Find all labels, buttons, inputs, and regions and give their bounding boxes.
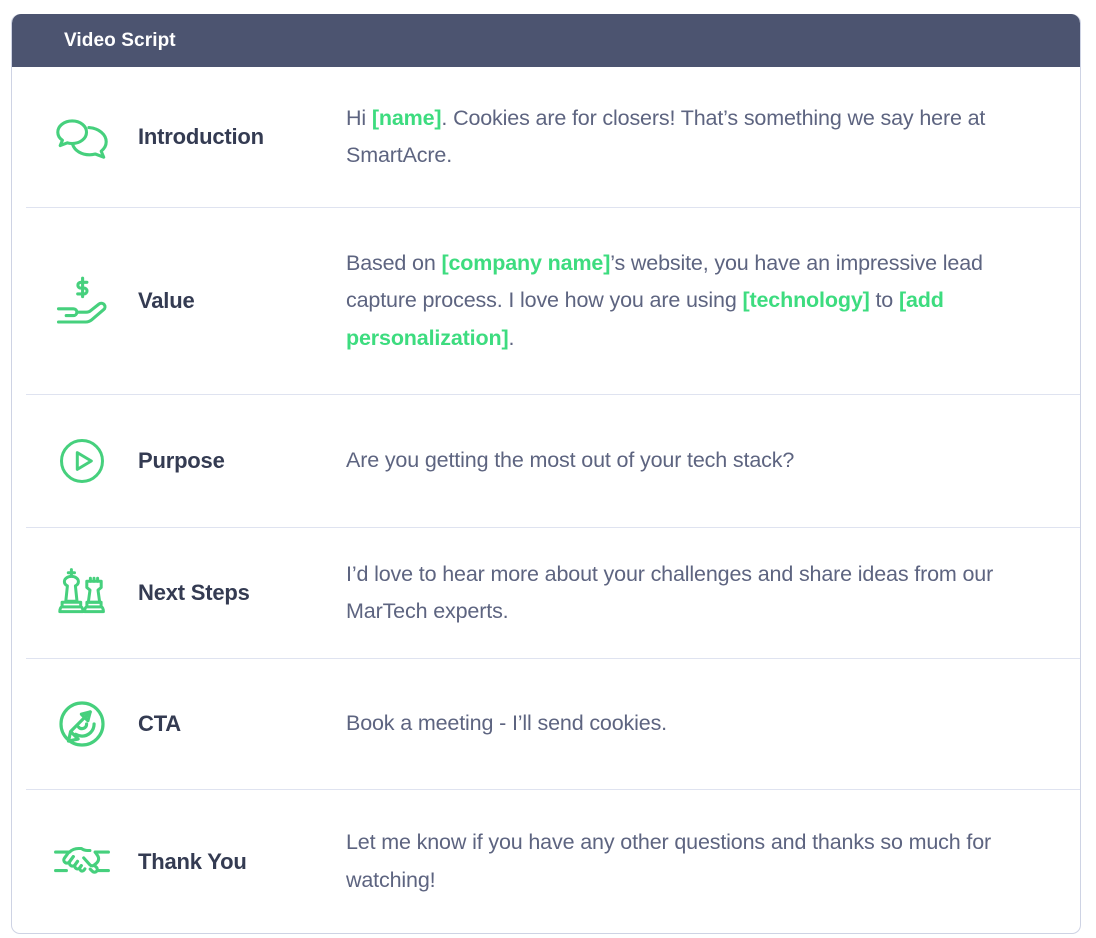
hand-holding-dollar-icon	[26, 275, 138, 327]
script-row-value[interactable]: Value Based on [company name]’s website,…	[26, 207, 1080, 394]
handshake-icon	[26, 843, 138, 881]
video-script-card: Video Script Introduction Hi [name]. Coo…	[11, 14, 1081, 934]
script-row-label: Next Steps	[138, 580, 250, 605]
script-row-label: Introduction	[138, 124, 264, 149]
script-section-list: Introduction Hi [name]. Cookies are for …	[12, 67, 1080, 933]
merge-token: [technology]	[742, 288, 870, 313]
script-row-thank-you[interactable]: Thank You Let me know if you have any ot…	[26, 789, 1080, 933]
script-row-text: Book a meeting - I’ll send cookies.	[346, 711, 667, 736]
script-row-text: Based on [company name]’s website, you h…	[346, 251, 983, 350]
script-row-introduction[interactable]: Introduction Hi [name]. Cookies are for …	[26, 67, 1080, 207]
script-row-text: Let me know if you have any other questi…	[346, 830, 992, 892]
script-row-next-steps[interactable]: Next Steps I’d love to hear more about y…	[26, 527, 1080, 658]
script-row-label: CTA	[138, 711, 181, 736]
merge-token: [name]	[371, 105, 442, 130]
script-row-purpose[interactable]: Purpose Are you getting the most out of …	[26, 394, 1080, 527]
play-circle-icon	[26, 437, 138, 485]
script-row-text: Are you getting the most out of your tec…	[346, 448, 795, 473]
script-row-label: Value	[138, 288, 195, 313]
page-title: Video Script	[64, 29, 176, 51]
script-row-text: Hi [name]. Cookies are for closers! That…	[346, 105, 986, 167]
script-row-label: Purpose	[138, 448, 225, 473]
script-row-label: Thank You	[138, 848, 247, 874]
merge-token: [company name]	[441, 251, 611, 276]
target-cursor-icon	[26, 699, 138, 749]
card-header: Video Script	[12, 14, 1080, 67]
script-row-text: I’d love to hear more about your challen…	[346, 561, 994, 623]
script-row-cta[interactable]: CTA Book a meeting - I’ll send cookies.	[26, 658, 1080, 789]
speech-bubbles-icon	[26, 114, 138, 160]
chess-pieces-icon	[26, 567, 138, 619]
